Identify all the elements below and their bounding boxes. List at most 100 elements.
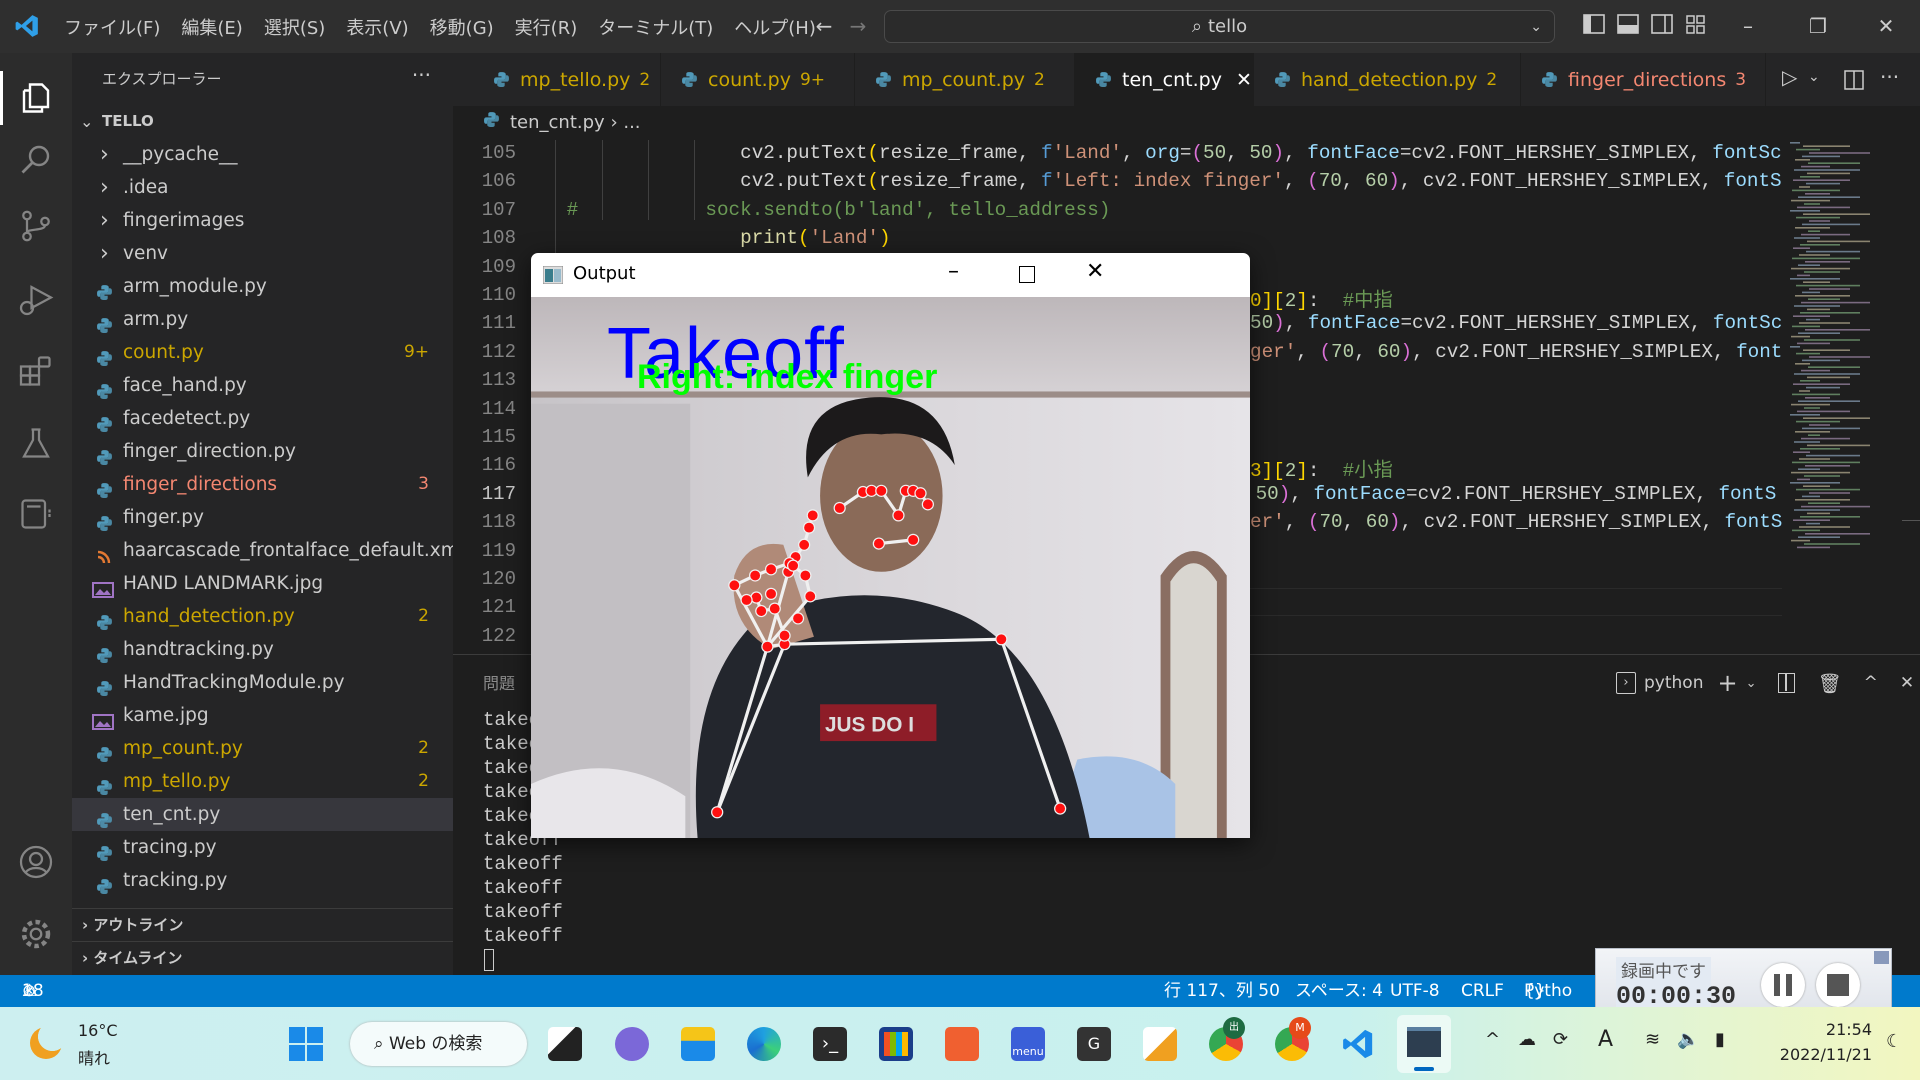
chevron-down-icon[interactable]: ⌄ (1530, 19, 1542, 35)
menu-edit[interactable]: 編集(E) (181, 14, 242, 40)
chrome-profile-m-icon[interactable]: M (1275, 1017, 1311, 1061)
extensions-icon[interactable] (18, 353, 54, 389)
file-tree-item[interactable]: HandTrackingModule.py (72, 666, 453, 699)
file-tree-item[interactable]: ten_cnt.py (72, 798, 453, 831)
more-actions-icon[interactable]: ··· (412, 63, 431, 87)
file-tree-item[interactable]: haarcascade_frontalface_default.xml (72, 534, 464, 567)
output-window[interactable]: Output – ✕ JUS DO I Takeoff Right: index… (531, 253, 1250, 838)
file-tree-item[interactable]: arm.py (72, 303, 453, 336)
explorer-icon[interactable] (18, 80, 54, 116)
tray-overflow-chevron-icon[interactable]: ^ (1485, 1029, 1500, 1050)
edge-browser-icon[interactable] (747, 1027, 781, 1061)
pdf-app-icon[interactable] (1143, 1027, 1177, 1061)
restore-window-icon[interactable]: ❐ (1806, 14, 1830, 38)
breadcrumb-symbol[interactable]: ... (623, 112, 640, 133)
file-tree-item[interactable]: tracing.py (72, 831, 453, 864)
stop-recording-button[interactable] (1816, 963, 1860, 1007)
file-tree-item[interactable]: › fingerimages (72, 204, 453, 237)
menu-terminal[interactable]: ターミナル(T) (598, 14, 713, 40)
more-actions-icon[interactable]: ··· (1880, 65, 1899, 89)
cursor-position[interactable]: 行 117、列 50 (1164, 975, 1280, 1007)
menu-view[interactable]: 表示(V) (346, 14, 408, 40)
menu-file[interactable]: ファイル(F) (64, 14, 160, 40)
toggle-sidebar-icon[interactable] (1582, 14, 1606, 38)
breadcrumb-file[interactable]: ten_cnt.py (510, 112, 605, 133)
indentation[interactable]: スペース: 4 (1295, 975, 1383, 1007)
file-tree-item[interactable]: finger_directions 3 (72, 468, 453, 501)
wifi-icon[interactable]: ≋ (1645, 1029, 1660, 1050)
ime-icon[interactable]: A (1598, 1027, 1613, 1052)
file-tree-item[interactable]: face_hand.py (72, 369, 453, 402)
file-tree-item[interactable]: finger.py (72, 501, 453, 534)
menu-go[interactable]: 移動(G) (430, 14, 494, 40)
terminal-app-icon[interactable]: ›_ (813, 1027, 847, 1061)
pause-recording-button[interactable] (1761, 963, 1805, 1007)
remote-explorer-icon[interactable] (18, 496, 54, 532)
outline-section[interactable]: › アウトライン (72, 908, 453, 941)
back-arrow-icon[interactable]: ← (812, 14, 836, 38)
editor-tab[interactable]: finger_directions 3 (1521, 53, 1766, 106)
file-tree-item[interactable]: mp_tello.py 2 (72, 765, 453, 798)
search-icon[interactable] (18, 141, 54, 177)
volume-icon[interactable]: 🔈 (1677, 1029, 1699, 1050)
trash-icon[interactable]: 🗑 (1817, 672, 1841, 695)
file-tree-item[interactable]: facedetect.py (72, 402, 453, 435)
menu-help[interactable]: ヘルプ(H) (734, 14, 816, 40)
taskbar-search[interactable]: ⌕ Web の検索 (350, 1022, 527, 1066)
minimize-window-icon[interactable]: – (1736, 14, 1760, 38)
task-view-icon[interactable] (548, 1027, 582, 1061)
editor-scrollbar[interactable] (1902, 140, 1920, 654)
vscode-taskbar-icon[interactable] (1341, 1027, 1375, 1061)
start-windows-icon[interactable] (289, 1027, 323, 1061)
forward-arrow-icon[interactable]: → (846, 14, 870, 38)
editor-tab[interactable]: mp_tello.py 2 (473, 53, 661, 106)
new-terminal-plus-icon[interactable]: + (1717, 669, 1737, 697)
notification-icon[interactable]: ☾ (1886, 1031, 1902, 1052)
file-tree-item[interactable]: kame.jpg (72, 699, 453, 732)
command-center-search[interactable]: ⌕ tello ⌄ (884, 10, 1555, 43)
settings-gear-icon[interactable] (18, 916, 54, 952)
editor-tab[interactable]: count.py 9+ (661, 53, 855, 106)
file-tree-item[interactable]: count.py 9+ (72, 336, 453, 369)
editor-tab[interactable]: mp_count.py 2 (855, 53, 1075, 106)
source-control-icon[interactable] (18, 208, 54, 244)
accounts-icon[interactable] (18, 844, 54, 880)
file-explorer-icon[interactable] (681, 1027, 715, 1061)
window-close-icon[interactable]: ✕ (1086, 259, 1104, 284)
folder-root-tello[interactable]: ⌄ TELLO (72, 105, 453, 138)
close-panel-icon[interactable]: ✕ (1900, 673, 1914, 693)
clock-time[interactable]: 21:54 (1810, 1020, 1872, 1039)
file-tree-item[interactable]: › venv (72, 237, 453, 270)
timeline-section[interactable]: › タイムライン (72, 941, 453, 974)
testing-icon[interactable] (18, 425, 54, 461)
menu-run[interactable]: 実行(R) (515, 14, 578, 40)
split-editor-icon[interactable] (1844, 70, 1864, 90)
chrome-icon[interactable]: 出 (1209, 1017, 1245, 1061)
sync-icon[interactable]: ⟳ (1553, 1029, 1568, 1050)
split-terminal-icon[interactable] (1778, 673, 1796, 693)
run-dropdown-chevron-icon[interactable]: ⌄ (1808, 69, 1820, 85)
toggle-secondary-sidebar-icon[interactable] (1650, 14, 1674, 38)
window-minimize-icon[interactable]: – (948, 259, 959, 284)
file-tree-item[interactable]: tracking.py (72, 864, 453, 897)
file-tree-item[interactable]: finger_direction.py (72, 435, 453, 468)
terminal-name[interactable]: python (1644, 673, 1703, 693)
menu-at-app-icon[interactable]: menu (1011, 1027, 1045, 1061)
chat-icon[interactable] (615, 1027, 649, 1061)
battery-icon[interactable]: ▮ (1715, 1029, 1725, 1050)
editor-tab[interactable]: hand_detection.py 2 (1254, 53, 1521, 106)
weather-temp[interactable]: 16°C (78, 1021, 118, 1040)
clock-date[interactable]: 2022/11/21 (1765, 1045, 1872, 1064)
weather-moon-icon[interactable] (30, 1027, 62, 1059)
file-tree-item[interactable]: hand_detection.py 2 (72, 600, 453, 633)
onedrive-cloud-icon[interactable]: ☁ (1518, 1029, 1536, 1050)
mail-app-icon[interactable] (945, 1027, 979, 1061)
window-maximize-icon[interactable] (1019, 266, 1035, 283)
file-tree-item[interactable]: mp_count.py 2 (72, 732, 453, 765)
file-tree-item[interactable]: › __pycache__ (72, 138, 453, 171)
problems-tab[interactable]: 問題 (483, 670, 515, 694)
g-app-icon[interactable]: G (1077, 1027, 1111, 1061)
weather-condition[interactable]: 晴れ (78, 1045, 110, 1069)
close-window-icon[interactable]: ✕ (1874, 14, 1898, 38)
toggle-panel-icon[interactable] (1616, 14, 1640, 38)
